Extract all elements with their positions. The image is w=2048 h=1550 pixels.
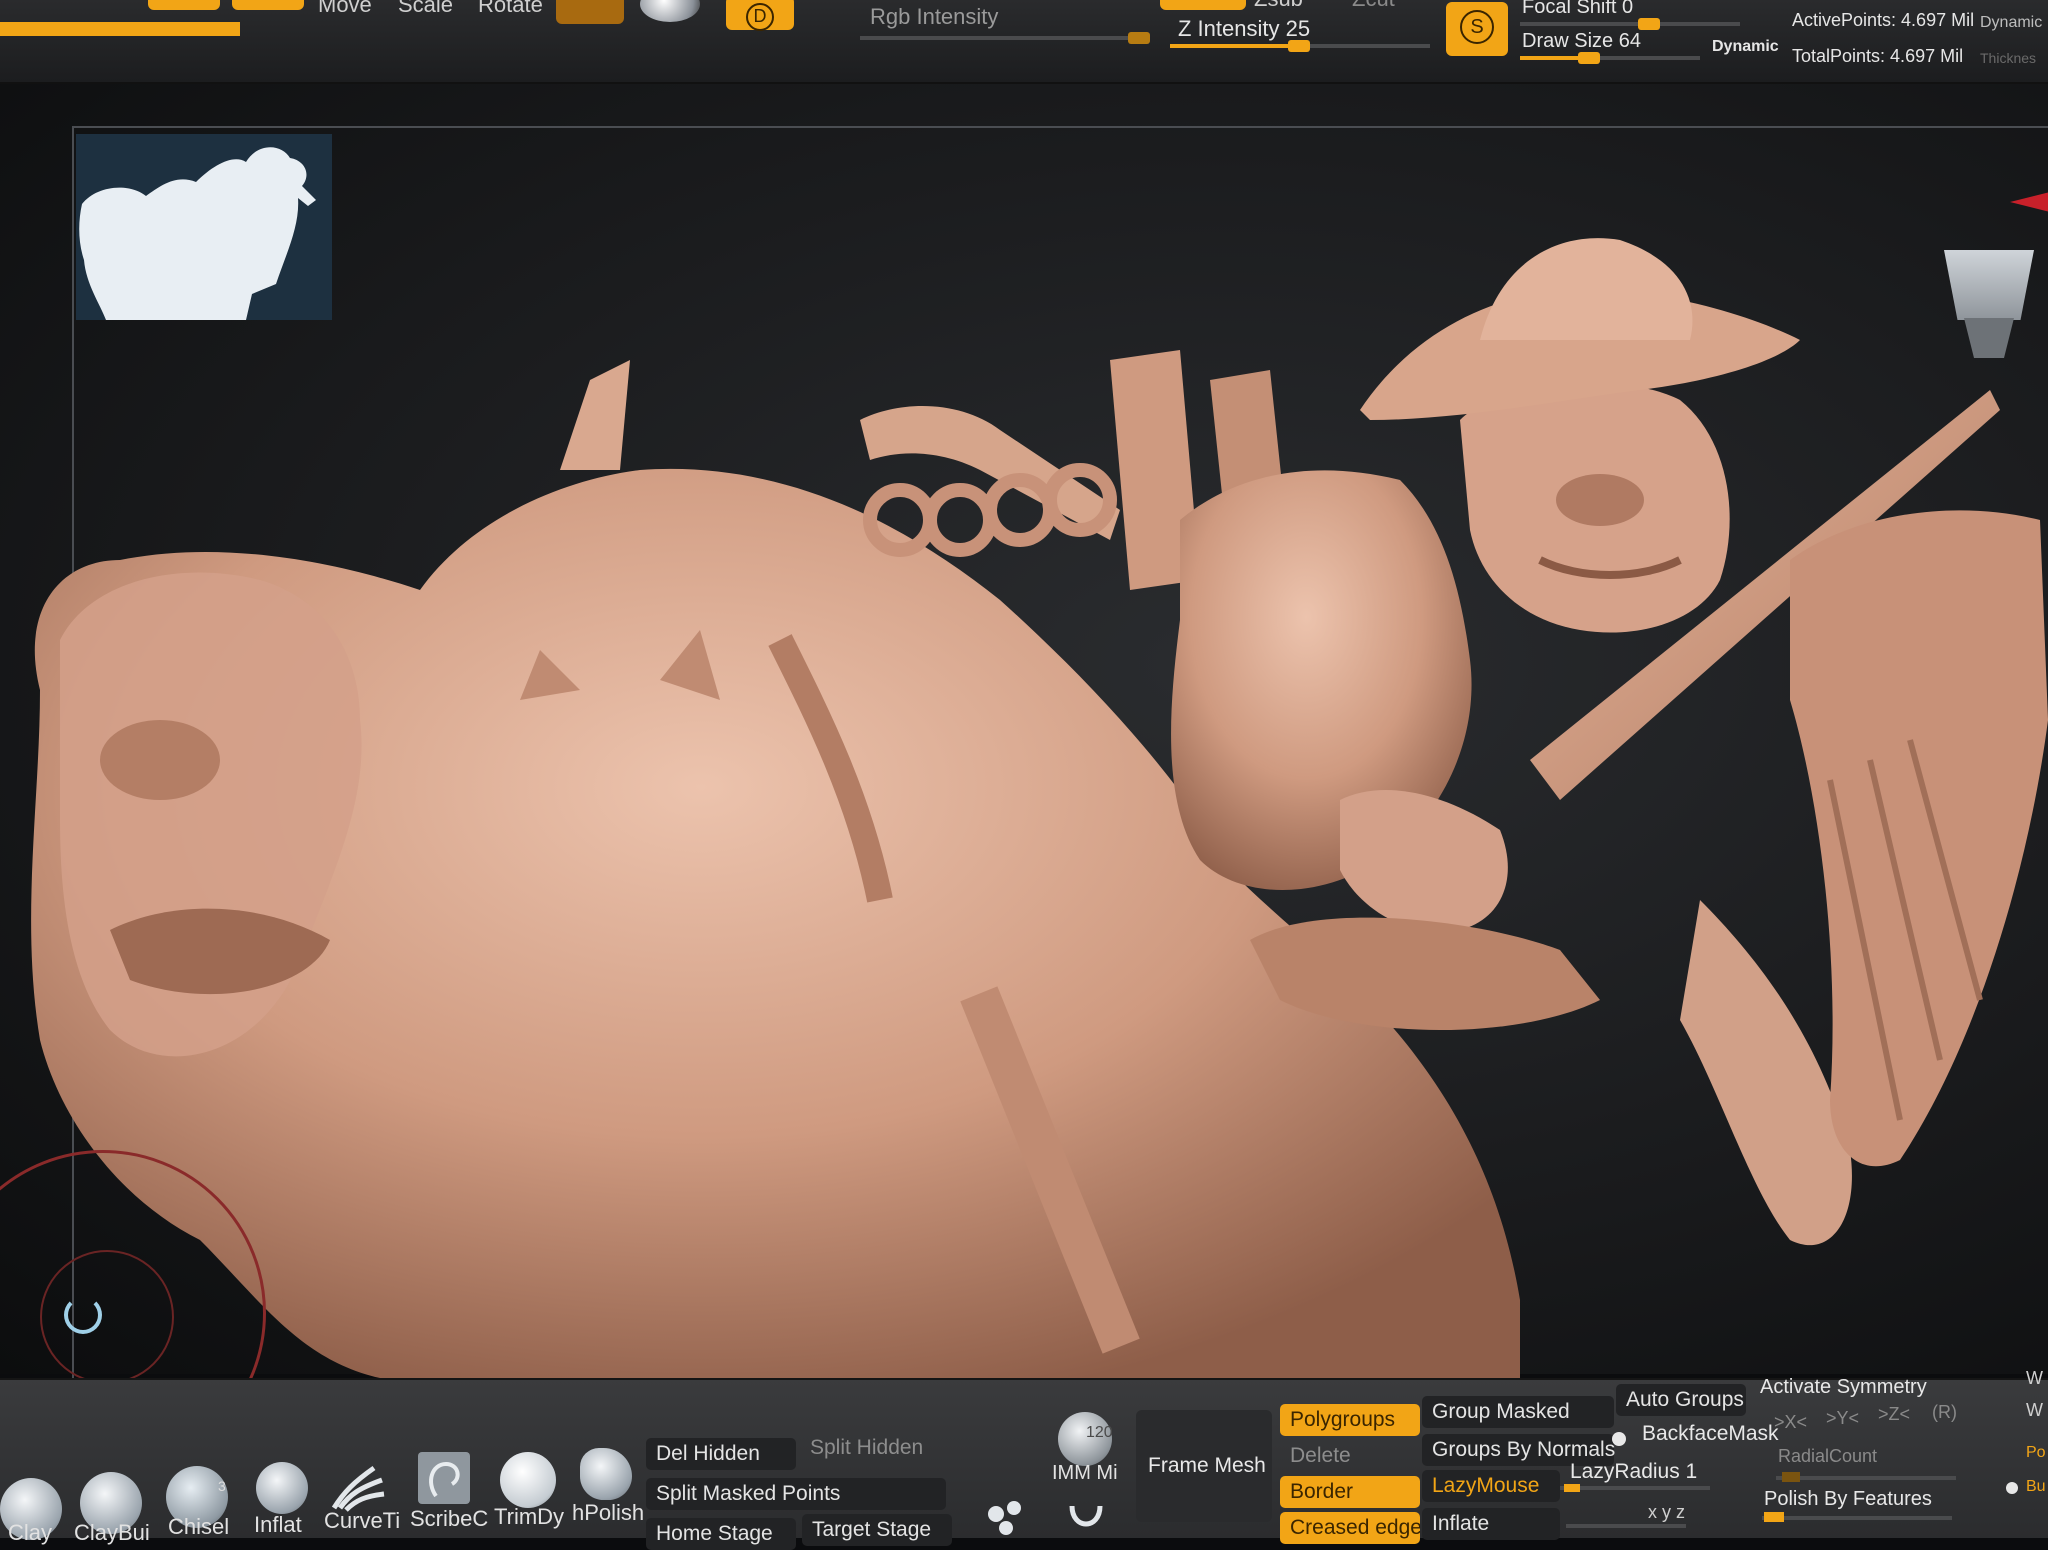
home-stage-button[interactable]: Home Stage xyxy=(646,1518,796,1550)
z-intensity-knob[interactable] xyxy=(1288,40,1310,52)
curve-tool-icon[interactable] xyxy=(1066,1496,1106,1536)
brush-label-claybuildup[interactable]: ClayBui xyxy=(74,1520,150,1546)
brush-label-scribe[interactable]: ScribeC xyxy=(410,1506,488,1532)
right-panel-po[interactable]: Po xyxy=(2026,1444,2046,1462)
lazyradius-slider-label[interactable]: LazyRadius 1 xyxy=(1560,1456,1710,1488)
focal-shift-label: Focal Shift 0 xyxy=(1522,0,1634,18)
activate-symmetry-button[interactable]: Activate Symmetry xyxy=(1760,1376,1927,1399)
axis-arrow-icon xyxy=(2010,192,2048,212)
groups-by-normals-dot xyxy=(1612,1432,1626,1446)
frame-mesh-button[interactable]: Frame Mesh xyxy=(1138,1450,1272,1482)
lazyradius-knob[interactable] xyxy=(1564,1484,1580,1492)
z-intensity-label: Z Intensity 25 xyxy=(1178,16,1311,41)
rgb-intensity-label: Rgb Intensity xyxy=(870,4,999,29)
gizmo-cube-icon[interactable] xyxy=(1944,250,2034,320)
draw-size-fill xyxy=(1520,56,1584,60)
brush-label-trimdynamic[interactable]: TrimDy xyxy=(494,1504,564,1530)
progress-bar xyxy=(0,22,240,36)
group-masked-button[interactable]: Group Masked xyxy=(1422,1396,1614,1428)
right-panel-w1[interactable]: W xyxy=(2026,1368,2043,1389)
thickness-label: Thicknes xyxy=(1980,50,2037,66)
draw-mode-button[interactable] xyxy=(148,0,220,10)
s-button[interactable]: S xyxy=(1446,2,1508,56)
delete-button[interactable]: Delete xyxy=(1280,1440,1420,1472)
active-points-readout: ActivePoints: 4.697 Mil xyxy=(1792,10,1975,30)
right-panel-dot xyxy=(2006,1482,2018,1494)
symmetry-y-toggle[interactable]: >Y< xyxy=(1826,1408,1859,1429)
polish-by-features-knob[interactable] xyxy=(1764,1512,1784,1522)
z-intensity-fill xyxy=(1170,44,1300,48)
material-button[interactable] xyxy=(556,0,624,24)
edit-mode-button[interactable] xyxy=(232,0,304,10)
lazyradius-slider[interactable] xyxy=(1560,1486,1710,1490)
symmetry-x-toggle[interactable]: >X< xyxy=(1774,1412,1807,1433)
rgb-intensity-slider[interactable] xyxy=(860,36,1150,40)
d-button-label: D xyxy=(746,3,774,31)
xyz-label: x y z xyxy=(1648,1502,1686,1522)
polygroups-toggle[interactable]: Polygroups xyxy=(1280,1404,1420,1436)
symmetry-z-toggle[interactable]: >Z< xyxy=(1878,1404,1910,1425)
trimdynamic-brush-icon[interactable] xyxy=(500,1452,556,1508)
brush-label-curvetube[interactable]: CurveTi xyxy=(324,1508,400,1534)
chisel-badge: 3 xyxy=(218,1478,226,1494)
zsub-button[interactable]: Zsub xyxy=(1254,0,1303,12)
dynamic-right-label[interactable]: Dynamic xyxy=(1980,14,2042,32)
gizmo-tool-icon[interactable] xyxy=(984,1494,1034,1536)
sculpt-model[interactable] xyxy=(0,84,2048,1378)
s-button-label: S xyxy=(1460,10,1494,44)
creased-edges-toggle[interactable]: Creased edges xyxy=(1280,1512,1420,1544)
radialcount-label[interactable]: RadialCount xyxy=(1778,1446,1877,1467)
rgb-intensity-knob[interactable] xyxy=(1128,32,1150,44)
scribe-brush-icon[interactable] xyxy=(418,1452,470,1504)
right-panel-bu[interactable]: Bu xyxy=(2026,1478,2046,1496)
polish-by-features-slider[interactable] xyxy=(1762,1516,1952,1520)
right-panel-w2[interactable]: W xyxy=(2026,1400,2043,1421)
move-button[interactable]: Move xyxy=(318,0,372,18)
del-hidden-button[interactable]: Del Hidden xyxy=(646,1438,796,1470)
split-masked-points-button[interactable]: Split Masked Points xyxy=(646,1478,946,1510)
inflate-brush-icon[interactable] xyxy=(256,1462,308,1514)
auto-groups-button[interactable]: Auto Groups xyxy=(1616,1384,1746,1416)
polish-by-features-label[interactable]: Polish By Features xyxy=(1764,1488,1932,1511)
imm-badge: 120 xyxy=(1086,1424,1113,1441)
brush-label-clay[interactable]: Clay xyxy=(8,1520,52,1546)
zcut-button[interactable]: Zcut xyxy=(1352,0,1395,12)
curvetube-brush-icon[interactable] xyxy=(330,1462,386,1514)
radialcount-slider[interactable] xyxy=(1776,1476,1956,1480)
rotate-view-icon[interactable] xyxy=(64,1296,102,1334)
draw-size-label: Draw Size 64 xyxy=(1522,30,1641,52)
material-sphere-icon[interactable] xyxy=(640,0,700,22)
inflate-slider[interactable] xyxy=(1566,1524,1686,1528)
radialcount-knob[interactable] xyxy=(1782,1472,1800,1482)
scale-button[interactable]: Scale xyxy=(398,0,453,18)
brush-label-chisel[interactable]: Chisel xyxy=(168,1514,229,1540)
total-points-readout: TotalPoints: 4.697 Mil xyxy=(1792,46,1964,66)
border-toggle[interactable]: Border xyxy=(1280,1476,1420,1508)
imm-label[interactable]: IMM Mi xyxy=(1052,1462,1118,1485)
dynamic-button[interactable]: Dynamic xyxy=(1712,38,1779,56)
inflate-button[interactable]: Inflate xyxy=(1422,1508,1560,1540)
zadd-button[interactable] xyxy=(1160,0,1246,10)
focal-shift-slider[interactable] xyxy=(1520,22,1740,26)
brush-label-inflate[interactable]: Inflat xyxy=(254,1512,302,1538)
rotate-button[interactable]: Rotate xyxy=(478,0,543,18)
brush-label-hpolish[interactable]: hPolish xyxy=(572,1500,644,1526)
lazymouse-button[interactable]: LazyMouse xyxy=(1422,1470,1560,1502)
split-hidden-button[interactable]: Split Hidden xyxy=(800,1432,950,1464)
d-button[interactable]: D xyxy=(726,0,794,31)
brush-inner-ring xyxy=(40,1250,174,1384)
target-stage-button[interactable]: Target Stage xyxy=(802,1514,952,1546)
top-toolbar: Move Scale Rotate D Rgb Intensity Zsub Z… xyxy=(0,0,2048,84)
radial-toggle[interactable]: (R) xyxy=(1932,1402,1957,1423)
draw-size-knob[interactable] xyxy=(1578,52,1600,64)
focal-shift-knob[interactable] xyxy=(1638,18,1660,30)
